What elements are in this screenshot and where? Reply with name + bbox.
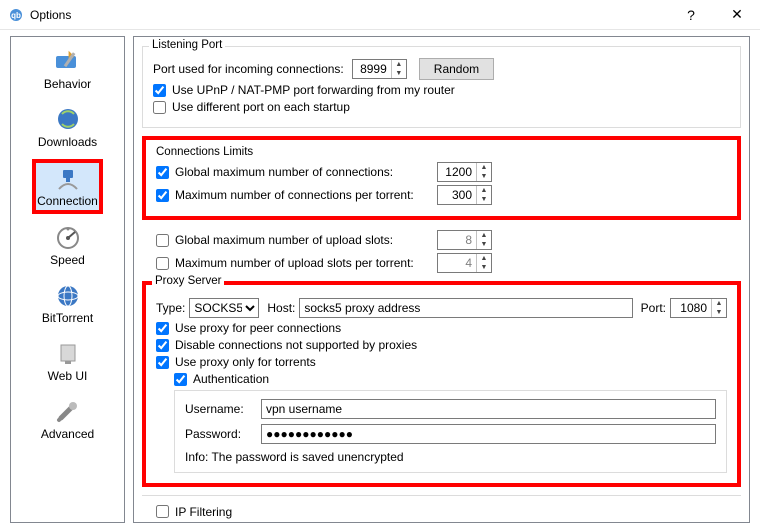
incoming-port-spinner[interactable]: ▲▼ xyxy=(352,59,407,79)
app-icon: qb xyxy=(8,7,24,23)
max-conn-per-torrent-input[interactable] xyxy=(438,186,476,204)
max-upload-slots-per-torrent-checkbox[interactable] xyxy=(156,257,169,270)
proxy-auth-label: Authentication xyxy=(193,372,269,386)
sidebar-item-behavior[interactable]: Behavior xyxy=(35,46,100,93)
incoming-port-label: Port used for incoming connections: xyxy=(153,62,344,76)
spinner-up-icon[interactable]: ▲ xyxy=(477,163,491,172)
sidebar-item-label: Connection xyxy=(37,194,98,208)
ip-filtering-checkbox[interactable] xyxy=(156,505,169,518)
sidebar-item-label: Advanced xyxy=(41,427,94,441)
behavior-icon xyxy=(52,49,84,75)
sidebar-item-label: Web UI xyxy=(48,369,88,383)
spinner-up-icon: ▲ xyxy=(477,254,491,263)
proxy-port-input[interactable] xyxy=(671,299,711,317)
proxy-peer-label: Use proxy for peer connections xyxy=(175,321,341,335)
sidebar-item-label: Behavior xyxy=(44,77,91,91)
svg-text:qb: qb xyxy=(11,11,21,20)
different-port-label: Use different port on each startup xyxy=(172,100,350,114)
webui-icon xyxy=(52,341,84,367)
proxy-server-group: Proxy Server Type: SOCKS5 Host: Port: ▲▼… xyxy=(142,281,741,487)
sidebar-item-label: BitTorrent xyxy=(42,311,93,325)
spinner-down-icon: ▼ xyxy=(477,240,491,249)
spinner-up-icon[interactable]: ▲ xyxy=(477,186,491,195)
proxy-username-label: Username: xyxy=(185,402,255,416)
sidebar-item-label: Speed xyxy=(50,253,85,267)
bittorrent-icon xyxy=(52,283,84,309)
max-upload-slots-per-torrent-label: Maximum number of upload slots per torre… xyxy=(175,256,433,270)
max-conn-per-torrent-label: Maximum number of connections per torren… xyxy=(175,188,433,202)
proxy-only-torrents-label: Use proxy only for torrents xyxy=(175,355,316,369)
proxy-type-label: Type: xyxy=(156,301,185,315)
ip-filtering-row: IP Filtering xyxy=(142,495,741,521)
downloads-icon xyxy=(52,107,84,133)
proxy-auth-box: Username: Password: Info: The password i… xyxy=(174,390,727,473)
random-port-button[interactable]: Random xyxy=(419,58,494,80)
global-max-upload-slots-spinner: ▲▼ xyxy=(437,230,492,250)
global-max-upload-slots-input xyxy=(438,231,476,249)
sidebar-item-advanced[interactable]: Advanced xyxy=(35,396,100,443)
upnp-checkbox[interactable] xyxy=(153,84,166,97)
proxy-server-legend: Proxy Server xyxy=(152,275,224,287)
ip-filtering-label: IP Filtering xyxy=(175,505,232,519)
proxy-password-input[interactable] xyxy=(261,424,716,444)
spinner-down-icon[interactable]: ▼ xyxy=(477,195,491,204)
speed-icon xyxy=(52,225,84,251)
proxy-host-label: Host: xyxy=(267,301,295,315)
spinner-up-icon[interactable]: ▲ xyxy=(712,299,726,308)
upnp-label: Use UPnP / NAT-PMP port forwarding from … xyxy=(172,83,455,97)
max-upload-slots-per-torrent-input xyxy=(438,254,476,272)
global-max-upload-slots-label: Global maximum number of upload slots: xyxy=(175,233,433,247)
global-max-conn-spinner[interactable]: ▲▼ xyxy=(437,162,492,182)
proxy-port-spinner[interactable]: ▲▼ xyxy=(670,298,727,318)
global-max-conn-label: Global maximum number of connections: xyxy=(175,165,433,179)
help-button[interactable]: ? xyxy=(668,0,714,30)
spinner-down-icon[interactable]: ▼ xyxy=(392,69,406,78)
advanced-icon xyxy=(52,399,84,425)
max-conn-per-torrent-checkbox[interactable] xyxy=(156,189,169,202)
global-max-upload-slots-checkbox[interactable] xyxy=(156,234,169,247)
sidebar-item-bittorrent[interactable]: BitTorrent xyxy=(35,280,100,327)
global-max-conn-input[interactable] xyxy=(438,163,476,181)
proxy-port-label: Port: xyxy=(641,301,666,315)
proxy-disable-unsupported-label: Disable connections not supported by pro… xyxy=(175,338,417,352)
category-sidebar: Behavior Downloads Connection Speed BitT… xyxy=(10,36,125,523)
max-upload-slots-per-torrent-spinner: ▲▼ xyxy=(437,253,492,273)
window-title: Options xyxy=(30,8,71,22)
titlebar: qb Options ? ✕ xyxy=(0,0,760,30)
proxy-password-info: Info: The password is saved unencrypted xyxy=(185,450,716,464)
sidebar-item-connection[interactable]: Connection xyxy=(35,162,100,211)
spinner-down-icon[interactable]: ▼ xyxy=(712,308,726,317)
max-conn-per-torrent-spinner[interactable]: ▲▼ xyxy=(437,185,492,205)
sidebar-item-label: Downloads xyxy=(38,135,97,149)
close-button[interactable]: ✕ xyxy=(714,0,760,30)
proxy-auth-checkbox[interactable] xyxy=(174,373,187,386)
sidebar-item-downloads[interactable]: Downloads xyxy=(35,104,100,151)
listening-port-legend: Listening Port xyxy=(149,39,225,51)
spinner-down-icon: ▼ xyxy=(477,263,491,272)
connections-limits-group: Connections Limits Global maximum number… xyxy=(142,136,741,273)
listening-port-group: Listening Port Port used for incoming co… xyxy=(142,46,741,128)
spinner-up-icon: ▲ xyxy=(477,231,491,240)
proxy-only-torrents-checkbox[interactable] xyxy=(156,356,169,369)
global-max-conn-checkbox[interactable] xyxy=(156,166,169,179)
proxy-username-input[interactable] xyxy=(261,399,716,419)
proxy-password-label: Password: xyxy=(185,427,255,441)
connection-icon xyxy=(52,166,84,192)
connections-limits-legend: Connections Limits xyxy=(156,146,727,158)
sidebar-item-speed[interactable]: Speed xyxy=(35,222,100,269)
proxy-host-input[interactable] xyxy=(299,298,632,318)
sidebar-item-webui[interactable]: Web UI xyxy=(35,338,100,385)
proxy-disable-unsupported-checkbox[interactable] xyxy=(156,339,169,352)
settings-panel: Listening Port Port used for incoming co… xyxy=(133,36,750,523)
spinner-up-icon[interactable]: ▲ xyxy=(392,60,406,69)
different-port-checkbox[interactable] xyxy=(153,101,166,114)
incoming-port-input[interactable] xyxy=(353,60,391,78)
proxy-type-select[interactable]: SOCKS5 xyxy=(189,298,259,318)
spinner-down-icon[interactable]: ▼ xyxy=(477,172,491,181)
proxy-peer-checkbox[interactable] xyxy=(156,322,169,335)
